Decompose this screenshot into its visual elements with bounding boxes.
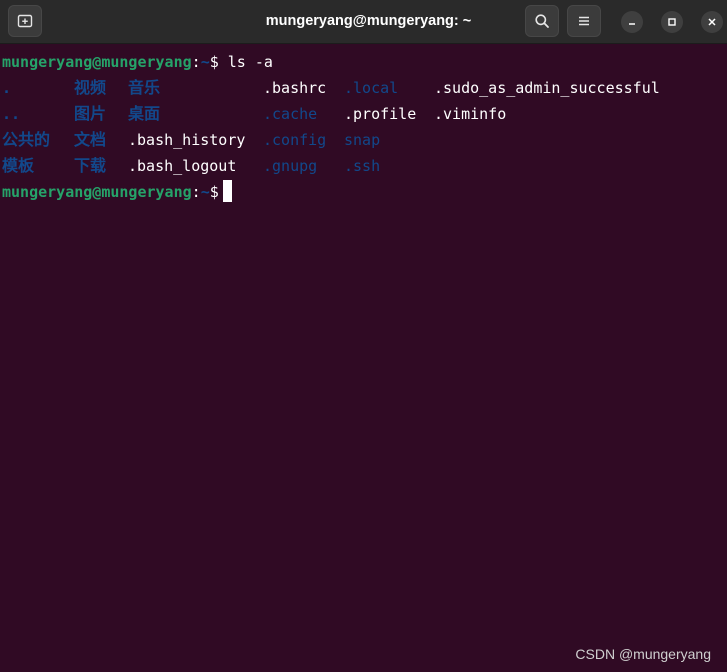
prompt-user-host: mungeryang@mungeryang <box>2 53 192 71</box>
terminal-output[interactable]: mungeryang@mungeryang:~$ ls -a . 视频 音乐 .… <box>0 44 727 672</box>
dir-entry: snap <box>344 131 381 149</box>
search-button[interactable] <box>525 5 559 37</box>
prompt-line-2: mungeryang@mungeryang:~$ <box>2 179 232 205</box>
prompt-path: ~ <box>200 53 210 71</box>
dir-entry: . <box>2 79 12 97</box>
dir-entry: 公共的 <box>2 130 51 149</box>
new-tab-button[interactable] <box>8 5 42 37</box>
prompt-line-1: mungeryang@mungeryang:~$ ls -a <box>2 49 273 75</box>
listing-row: . 视频 音乐 .bashrc .local .sudo_as_admin_su… <box>2 75 722 101</box>
dir-entry: 音乐 <box>128 78 161 97</box>
text-cursor <box>222 180 232 202</box>
dir-entry: 模板 <box>2 156 35 175</box>
minimize-button[interactable] <box>621 11 643 33</box>
prompt-dollar: $ <box>209 53 219 71</box>
listing-row: 模板 下载 .bash_logout .gnupg .ssh <box>2 153 722 179</box>
new-tab-icon <box>17 14 33 28</box>
maximize-button[interactable] <box>661 11 683 33</box>
dir-entry: .cache <box>263 105 318 123</box>
search-icon <box>535 14 549 28</box>
dir-entry: .gnupg <box>263 157 318 175</box>
menu-button[interactable] <box>567 5 601 37</box>
dir-entry: .local <box>344 79 399 97</box>
listing-row: 公共的 文档 .bash_history .config snap <box>2 127 722 153</box>
file-entry: .profile <box>344 105 417 123</box>
prompt-colon: : <box>191 53 201 71</box>
file-entry: .sudo_as_admin_successful <box>434 79 660 97</box>
terminal-window: mungeryang@mungeryang: ~ mungeryang@mung… <box>0 0 727 672</box>
window-title-container: mungeryang@mungeryang: ~ <box>0 0 727 44</box>
minimize-icon <box>629 23 635 25</box>
dir-entry: 图片 <box>74 104 107 123</box>
window-title: mungeryang@mungeryang: ~ <box>265 13 472 29</box>
dir-entry: .. <box>2 105 21 123</box>
file-entry: .bash_history <box>128 131 246 149</box>
hamburger-menu-icon <box>579 16 589 26</box>
listing-row: .. 图片 桌面 .cache .profile .viminfo <box>2 101 722 127</box>
prompt-path: ~ <box>200 183 210 201</box>
dir-entry: .config <box>263 131 327 149</box>
dir-entry: 桌面 <box>128 104 161 123</box>
prompt-colon: : <box>191 183 201 201</box>
file-entry: .bash_logout <box>128 157 237 175</box>
close-button[interactable] <box>701 11 723 33</box>
dir-entry: .ssh <box>344 157 381 175</box>
prompt-dollar: $ <box>209 183 219 201</box>
file-entry: .viminfo <box>434 105 507 123</box>
command-text: ls -a <box>218 53 273 71</box>
dir-entry: 文档 <box>74 130 107 149</box>
close-icon <box>708 18 716 26</box>
header-bar: mungeryang@mungeryang: ~ <box>0 0 727 44</box>
file-entry: .bashrc <box>263 79 327 97</box>
dir-entry: 视频 <box>74 78 107 97</box>
maximize-icon <box>668 18 676 26</box>
prompt-user-host: mungeryang@mungeryang <box>2 183 192 201</box>
dir-entry: 下载 <box>74 156 107 175</box>
watermark: CSDN @mungeryang <box>575 646 711 662</box>
